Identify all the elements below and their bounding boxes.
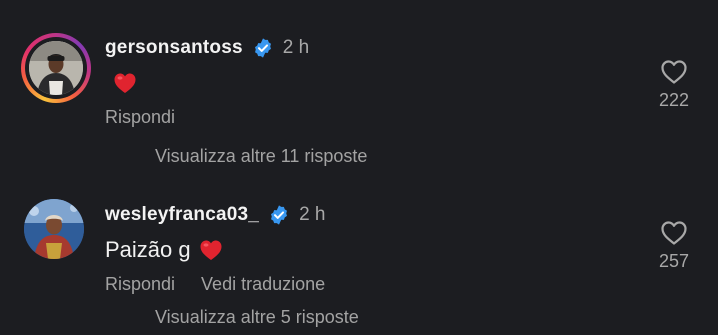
heart-outline-icon[interactable]: [660, 59, 688, 85]
timestamp: 2 h: [299, 204, 326, 225]
like-count: 222: [658, 90, 690, 110]
view-replies-button[interactable]: Visualizza altre 11 risposte: [155, 146, 367, 170]
like-count: 257: [658, 251, 690, 271]
reply-button[interactable]: Rispondi: [105, 107, 175, 128]
like-column: 222: [646, 59, 702, 111]
avatar[interactable]: [24, 199, 84, 259]
reply-button[interactable]: Rispondi: [105, 274, 175, 295]
comment-actions: Rispondi Vedi traduzione: [105, 271, 325, 297]
see-translation-button[interactable]: Vedi traduzione: [201, 274, 325, 295]
story-ring-avatar[interactable]: [21, 33, 91, 103]
red-heart-emoji-icon: [200, 240, 222, 260]
like-column: 257: [646, 220, 702, 272]
comment-text: Paizão g: [105, 235, 223, 265]
comment-text: [105, 68, 137, 98]
comment-text-content: Paizão g: [105, 237, 191, 262]
username[interactable]: gersonsantoss: [105, 37, 243, 59]
verified-badge-icon: [271, 205, 288, 225]
comment-actions: Rispondi: [105, 104, 175, 130]
avatar-photo: [29, 41, 83, 95]
username[interactable]: wesleyfranca03_: [105, 204, 259, 226]
timestamp: 2 h: [282, 37, 310, 58]
verified-badge-icon: [254, 38, 271, 58]
comment-item: gersonsantoss 2 h Rispondi 222 Visualizz…: [0, 30, 718, 180]
red-heart-emoji-icon: [114, 73, 136, 93]
comment-item: wesleyfranca03_ 2 h Paizão g Rispondi Ve…: [0, 197, 718, 335]
comment-header: wesleyfranca03_ 2 h: [105, 202, 325, 228]
heart-outline-icon[interactable]: [660, 220, 688, 246]
comment-header: gersonsantoss 2 h: [105, 35, 309, 61]
view-replies-button[interactable]: Visualizza altre 5 risposte: [155, 307, 359, 331]
avatar-photo: [24, 199, 84, 259]
avatar: [29, 41, 83, 95]
